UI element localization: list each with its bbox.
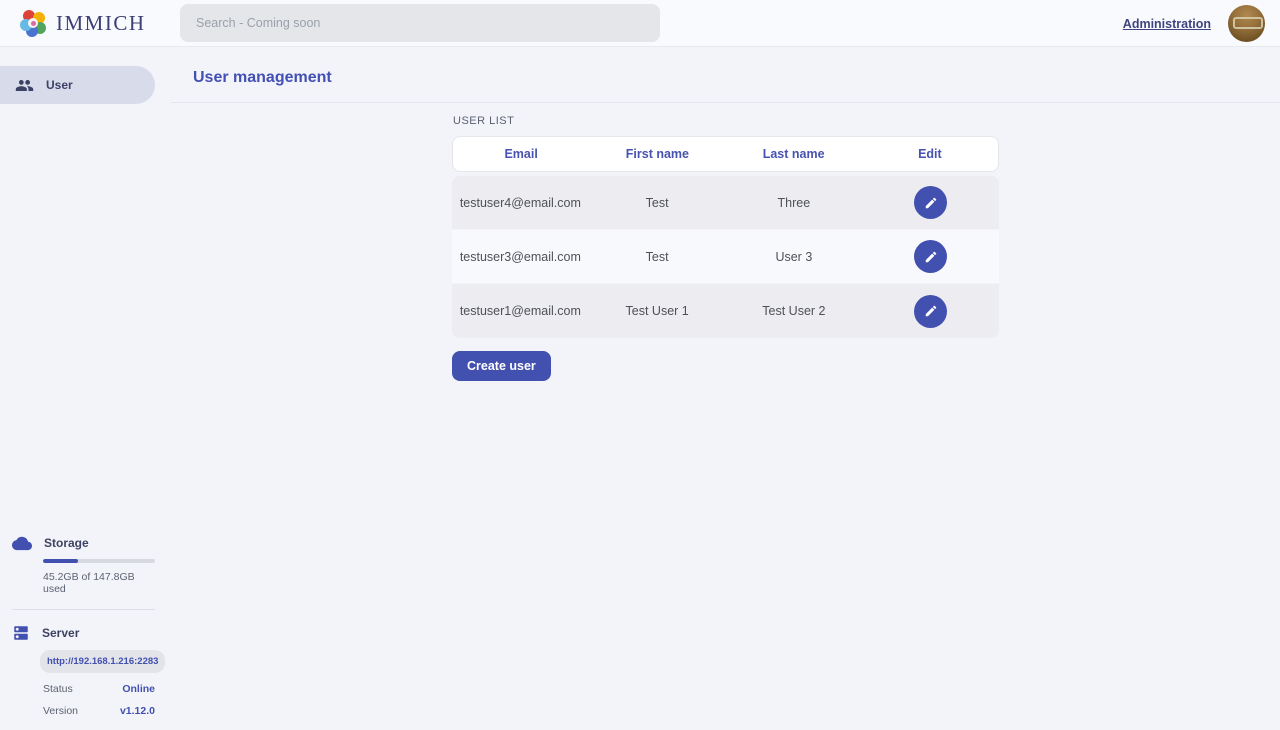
main-panel: User management USER LIST Email First na… [171,47,1280,729]
edit-user-button[interactable] [914,186,947,219]
edit-user-button[interactable] [914,240,947,273]
cell-email: testuser1@email.com [452,304,589,318]
cell-last-name: Test User 2 [726,304,863,318]
immich-flower-icon [20,10,47,37]
edit-user-button[interactable] [914,295,947,328]
search-input[interactable] [180,4,660,42]
sidebar: User Storage 45.2GB of 147.8GB used Serv… [0,47,171,729]
top-bar: IMMICH Administration [0,0,1280,47]
cell-email: testuser4@email.com [452,196,589,210]
storage-progress-bar [43,559,155,563]
sidebar-status-panel: Storage 45.2GB of 147.8GB used Server ht… [0,535,171,717]
table-row: testuser3@email.com Test User 3 [452,230,999,284]
user-table-body: testuser4@email.com Test Three testuser3… [452,176,999,338]
title-divider [171,102,1280,103]
brand-title: IMMICH [56,11,146,36]
immich-logo[interactable]: IMMICH [20,0,146,47]
storage-title: Storage [44,536,89,550]
cell-first-name: Test [589,250,726,264]
page-title: User management [193,69,1280,87]
column-header-first-name: First name [589,147,725,161]
pencil-icon [924,250,938,264]
column-header-last-name: Last name [726,147,862,161]
cell-first-name: Test [589,196,726,210]
server-status-label: Status [43,683,73,695]
cloud-icon [12,535,32,551]
column-header-edit: Edit [862,147,998,161]
sidebar-item-user[interactable]: User [0,66,155,104]
pencil-icon [924,304,938,318]
user-table-header: Email First name Last name Edit [452,136,999,172]
sidebar-item-user-label: User [46,78,73,92]
storage-usage-text: 45.2GB of 147.8GB used [43,571,155,595]
server-status-value: Online [122,683,155,695]
server-icon [12,624,30,642]
create-user-button[interactable]: Create user [452,351,551,381]
user-avatar[interactable] [1228,5,1265,42]
server-title: Server [42,626,79,640]
user-list-label: USER LIST [453,115,999,127]
cell-email: testuser3@email.com [452,250,589,264]
pencil-icon [924,196,938,210]
server-version-label: Version [43,705,78,717]
sidebar-divider [12,609,155,610]
storage-progress-fill [43,559,78,563]
table-row: testuser4@email.com Test Three [452,176,999,230]
cell-last-name: User 3 [726,250,863,264]
server-url-badge: http://192.168.1.216:2283 [40,650,165,673]
table-row: testuser1@email.com Test User 1 Test Use… [452,284,999,338]
administration-link[interactable]: Administration [1123,17,1211,31]
server-version-value: v1.12.0 [120,705,155,717]
cell-first-name: Test User 1 [589,304,726,318]
cell-last-name: Three [726,196,863,210]
column-header-email: Email [453,147,589,161]
users-group-icon [15,76,34,95]
